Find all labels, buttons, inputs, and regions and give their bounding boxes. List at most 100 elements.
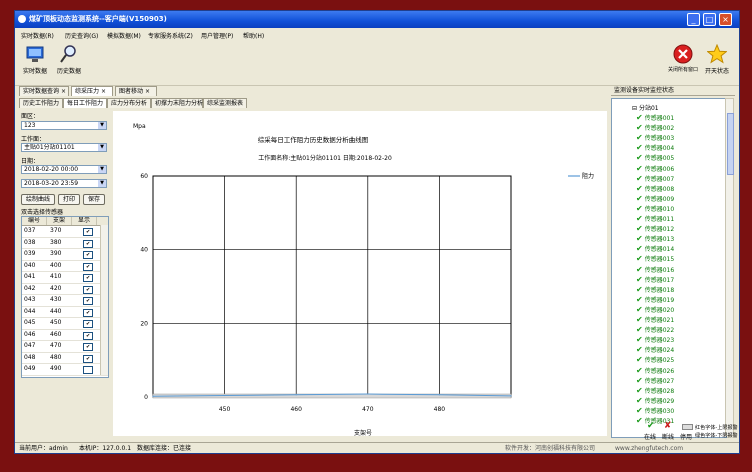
show-checkbox[interactable]: ✔ (83, 274, 93, 282)
menu-simulate[interactable]: 模拟数据(M) (107, 31, 141, 40)
check-icon: ✔ (636, 254, 643, 264)
tree-item-sensor[interactable]: ✔ 传感器014 (636, 244, 674, 253)
show-checkbox[interactable]: ✔ (83, 262, 93, 271)
table-row[interactable]: 046 460 ✔ (22, 330, 108, 341)
draw-curve-button[interactable]: 绘制曲线 (21, 194, 55, 205)
chevron-down-icon: ▼ (98, 180, 106, 187)
tree-item-sensor[interactable]: ✔ 传感器023 (636, 335, 674, 344)
show-checkbox[interactable]: ✔ (83, 354, 93, 363)
tab-realtime-query[interactable]: 实时数据查询 × (19, 86, 69, 96)
scroll-thumb[interactable] (727, 113, 734, 175)
show-checkbox[interactable]: ✔ (83, 228, 93, 236)
tree-item-sensor[interactable]: ✔ 传感器011 (636, 214, 674, 223)
table-row[interactable]: 042 420 ✔ (22, 284, 108, 295)
show-checkbox[interactable]: ✔ (83, 331, 93, 340)
tree-item-sensor[interactable]: ✔ 传感器022 (636, 325, 674, 334)
table-scrollbar[interactable] (100, 225, 108, 375)
tab-pressure[interactable]: 综采压力 × (71, 86, 113, 96)
realtime-data-button[interactable]: 实时数据 (19, 44, 51, 75)
tree-item-sensor[interactable]: ✔ 传感器027 (636, 376, 674, 385)
table-row[interactable]: 041 410 ✔ (22, 272, 108, 284)
tree-item-sensor[interactable]: ✔ 传感器017 (636, 275, 674, 284)
tree-item-sensor[interactable]: ✔ 传感器028 (636, 386, 674, 395)
tab-stress-distribution[interactable]: 应力分布分析 (107, 98, 151, 108)
tree-item-sensor[interactable]: ✔ 传感器008 (636, 184, 674, 193)
face-select[interactable]: 主贴01分站01101 ▼ (21, 143, 107, 152)
tab-close-icon: × (144, 88, 150, 95)
tree-root[interactable]: ⊟ 分站01 (632, 103, 659, 112)
table-row[interactable]: 044 440 ✔ (22, 307, 108, 318)
tree-item-sensor[interactable]: ✔ 传感器007 (636, 174, 674, 183)
show-checkbox[interactable]: ✔ (83, 285, 93, 294)
menu-expert[interactable]: 专家服务系统(Z) (148, 31, 193, 40)
area-select[interactable]: 123 ▼ (21, 121, 107, 130)
tree-item-sensor[interactable]: ✔ 传感器026 (636, 366, 674, 375)
tab-daily-resistance[interactable]: 每日工作阻力 (63, 98, 107, 108)
tree-item-sensor[interactable]: ✔ 传感器030 (636, 406, 674, 415)
tree-item-sensor[interactable]: ✔ 传感器003 (636, 133, 674, 142)
tree-item-sensor[interactable]: ✔ 传感器006 (636, 164, 674, 173)
menu-realtime[interactable]: 实时数据(R) (21, 31, 54, 40)
tree-item-sensor[interactable]: ✔ 传感器024 (636, 345, 674, 354)
show-checkbox[interactable]: ✔ (83, 320, 93, 328)
maximize-button[interactable]: □ (703, 13, 716, 26)
tree-item-sensor[interactable]: ✔ 传感器025 (636, 355, 674, 364)
table-row[interactable]: 037 370 ✔ (22, 226, 108, 238)
menu-user[interactable]: 用户管理(P) (201, 31, 233, 40)
x-tick-label: 450 (219, 406, 231, 413)
tree-item-sensor[interactable]: ✔ 传感器021 (636, 315, 674, 324)
show-checkbox[interactable] (83, 366, 93, 374)
table-row[interactable]: 045 450 ✔ (22, 318, 108, 330)
show-checkbox[interactable]: ✔ (83, 297, 93, 305)
cell-id: 045 (24, 319, 36, 326)
tab-map-move[interactable]: 图者移动 × (115, 86, 157, 96)
table-row[interactable]: 039 390 ✔ (22, 249, 108, 261)
close-all-windows-button[interactable]: 关闭所有窗口 (667, 44, 699, 73)
show-checkbox[interactable]: ✔ (83, 239, 93, 248)
date-start-picker[interactable]: 2018-02-20 00:00 ▼ (21, 165, 107, 174)
sensor-label: 传感器023 (644, 337, 675, 345)
tab-monitor-report[interactable]: 综采监测报表 (203, 98, 247, 108)
show-checkbox[interactable]: ✔ (83, 308, 93, 317)
tree-item-sensor[interactable]: ✔ 传感器013 (636, 234, 674, 243)
table-row[interactable]: 043 430 ✔ (22, 295, 108, 307)
tree-item-sensor[interactable]: ✔ 传感器016 (636, 265, 674, 274)
history-data-button[interactable]: 历史数据 (53, 44, 85, 75)
sensor-label: 传感器030 (644, 407, 675, 415)
tree-item-sensor[interactable]: ✔ 传感器012 (636, 224, 674, 233)
toolbar: 实时数据 历史数据 关闭所有窗口 开天状态 (15, 41, 739, 86)
tree-item-sensor[interactable]: ✔ 传感器029 (636, 396, 674, 405)
tree-item-sensor[interactable]: ✔ 传感器002 (636, 123, 674, 132)
show-checkbox[interactable]: ✔ (83, 343, 93, 351)
tree-item-sensor[interactable]: ✔ 传感器019 (636, 295, 674, 304)
tab-setting-force[interactable]: 初撑力末阻力分析 (151, 98, 203, 108)
sky-status-button[interactable]: 开天状态 (701, 43, 733, 75)
close-button[interactable]: × (719, 13, 732, 26)
table-row[interactable]: 048 480 ✔ (22, 353, 108, 364)
check-icon: ✔ (636, 163, 643, 173)
sub-tabs: 历史工作阻力 每日工作阻力 应力分布分析 初撑力末阻力分析 综采监测报表 (15, 98, 609, 108)
table-row[interactable]: 049 490 (22, 364, 108, 376)
menu-history[interactable]: 历史查询(G) (65, 31, 98, 40)
tree-item-sensor[interactable]: ✔ 传感器001 (636, 113, 674, 122)
table-row[interactable]: 038 380 ✔ (22, 238, 108, 249)
tree-item-sensor[interactable]: ✔ 传感器015 (636, 254, 674, 263)
tree-item-sensor[interactable]: ✔ 传感器009 (636, 194, 674, 203)
tree-item-sensor[interactable]: ✔ 传感器005 (636, 153, 674, 162)
show-checkbox[interactable]: ✔ (83, 251, 93, 259)
tree-scrollbar[interactable] (725, 98, 734, 436)
date-end-picker[interactable]: 2018-03-20 23:59 ▼ (21, 179, 107, 188)
tree-item-sensor[interactable]: ✔ 传感器020 (636, 305, 674, 314)
table-row[interactable]: 047 470 ✔ (22, 341, 108, 353)
status-bar: 当前用户：admin 本机IP：127.0.0.1 数据库连接：已连接 软件开发… (15, 442, 739, 453)
sensor-label: 传感器014 (644, 246, 675, 254)
tree-item-sensor[interactable]: ✔ 传感器004 (636, 143, 674, 152)
minimize-button[interactable]: _ (687, 13, 700, 26)
print-button[interactable]: 打印 (58, 194, 80, 205)
menu-help[interactable]: 帮助(H) (243, 31, 264, 40)
table-row[interactable]: 040 400 ✔ (22, 261, 108, 272)
tree-item-sensor[interactable]: ✔ 传感器010 (636, 204, 674, 213)
save-button[interactable]: 保存 (83, 194, 105, 205)
tree-item-sensor[interactable]: ✔ 传感器018 (636, 285, 674, 294)
tab-history-resistance[interactable]: 历史工作阻力 (19, 98, 63, 108)
